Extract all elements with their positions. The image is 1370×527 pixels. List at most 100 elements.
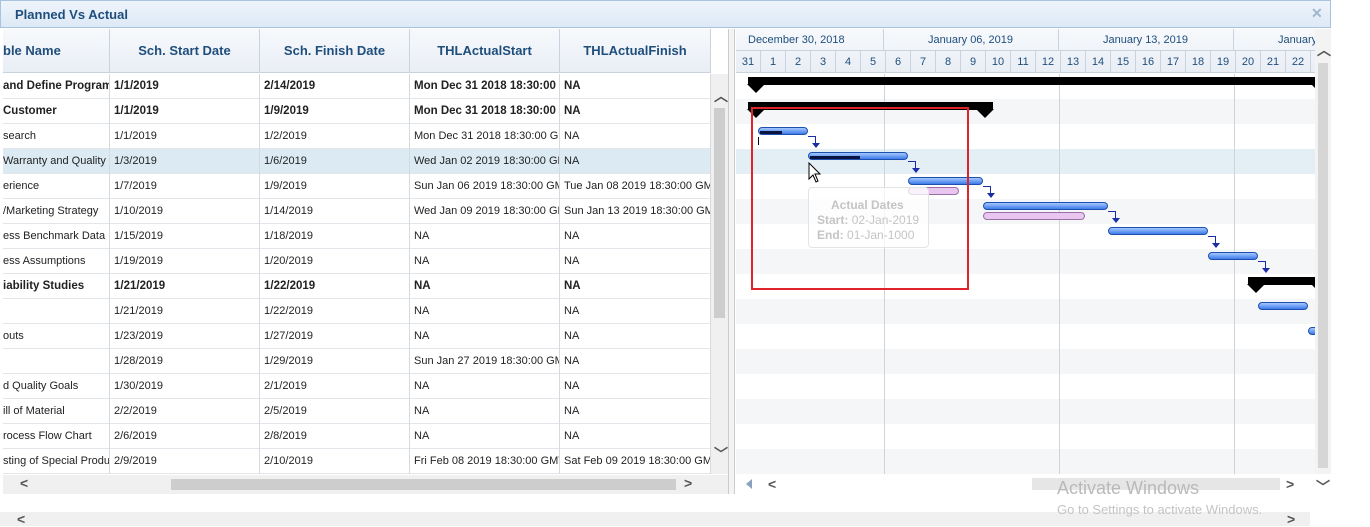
table-cell-name[interactable]: and Define Program	[3, 74, 110, 99]
table-cell-start[interactable]: 2/2/2019	[110, 399, 260, 424]
table-cell-finish[interactable]: 1/29/2019	[260, 349, 410, 374]
table-row[interactable]: 1/21/2019 1/22/2019 NA NA	[3, 299, 711, 324]
task-bar[interactable]	[1258, 302, 1308, 310]
table-row[interactable]: Customer 1/1/2019 1/9/2019 Mon Dec 31 2018 …	[3, 99, 711, 124]
table-cell-astart[interactable]: Mon Dec 31 2018 18:30:00	[410, 99, 560, 124]
table-cell-afinish[interactable]: NA	[560, 349, 711, 374]
table-cell-astart[interactable]: Wed Jan 09 2019 18:30:00 GM	[410, 199, 560, 224]
scroll-left-icon[interactable]: <	[20, 476, 28, 490]
column-header-actual-start[interactable]: THLActualStart	[410, 29, 560, 72]
table-cell-start[interactable]: 1/23/2019	[110, 324, 260, 349]
table-cell-name[interactable]: /Marketing Strategy	[3, 199, 110, 224]
table-cell-astart[interactable]: NA	[410, 424, 560, 449]
table-cell-start[interactable]: 1/28/2019	[110, 349, 260, 374]
summary-bar[interactable]	[1247, 277, 1315, 293]
table-cell-afinish[interactable]: NA	[560, 249, 711, 274]
table-cell-finish[interactable]: 1/20/2019	[260, 249, 410, 274]
table-cell-finish[interactable]: 1/9/2019	[260, 99, 410, 124]
table-row[interactable]: rocess Flow Chart 2/6/2019 2/8/2019 NA NA	[3, 424, 711, 449]
table-cell-finish[interactable]: 2/5/2019	[260, 399, 410, 424]
table-cell-start[interactable]: 1/19/2019	[110, 249, 260, 274]
task-bar[interactable]	[1208, 252, 1258, 260]
scroll-up-icon[interactable]: ︿	[714, 89, 728, 103]
table-row[interactable]: search 1/1/2019 1/2/2019 Mon Dec 31 2018 18…	[3, 124, 711, 149]
table-cell-finish[interactable]: 1/22/2019	[260, 299, 410, 324]
table-cell-astart[interactable]: NA	[410, 399, 560, 424]
table-cell-astart[interactable]: Mon Dec 31 2018 18:30:00	[410, 74, 560, 99]
table-cell-astart[interactable]: NA	[410, 374, 560, 399]
table-cell-start[interactable]: 1/1/2019	[110, 74, 260, 99]
table-cell-astart[interactable]: Fri Feb 08 2019 18:30:00 GMT	[410, 449, 560, 474]
table-row[interactable]: erience 1/7/2019 1/9/2019 Sun Jan 06 2019 1…	[3, 174, 711, 199]
table-cell-astart[interactable]: Wed Jan 02 2019 18:30:00 GM	[410, 149, 560, 174]
scroll-up-icon[interactable]: ︿	[1317, 43, 1331, 57]
scroll-right-icon[interactable]: >	[1287, 512, 1295, 526]
table-row[interactable]: sting of Special Produ 2/9/2019 2/10/2019 F…	[3, 449, 711, 474]
table-cell-afinish[interactable]: NA	[560, 399, 711, 424]
table-cell-afinish[interactable]: NA	[560, 374, 711, 399]
table-row[interactable]: Warranty and Quality In 1/3/2019 1/6/2019 W…	[3, 149, 711, 174]
table-cell-afinish[interactable]: NA	[560, 424, 711, 449]
column-header-actual-finish[interactable]: THLActualFinish	[560, 29, 711, 72]
table-cell-start[interactable]: 1/15/2019	[110, 224, 260, 249]
grid-vertical-scrollbar[interactable]: ︿ ﹀	[711, 74, 728, 474]
table-cell-finish[interactable]: 2/8/2019	[260, 424, 410, 449]
table-cell-name[interactable]: rocess Flow Chart	[3, 424, 110, 449]
table-row[interactable]: d Quality Goals 1/30/2019 2/1/2019 NA NA	[3, 374, 711, 399]
summary-bar[interactable]	[747, 77, 1315, 93]
table-cell-finish[interactable]: 2/14/2019	[260, 74, 410, 99]
table-cell-astart[interactable]: NA	[410, 324, 560, 349]
table-cell-start[interactable]: 1/30/2019	[110, 374, 260, 399]
table-cell-finish[interactable]: 2/10/2019	[260, 449, 410, 474]
table-cell-finish[interactable]: 1/14/2019	[260, 199, 410, 224]
table-cell-name[interactable]: search	[3, 124, 110, 149]
table-cell-afinish[interactable]: Sun Jan 13 2019 18:30:00 GM	[560, 199, 711, 224]
scroll-right-icon[interactable]: >	[684, 476, 692, 490]
table-row[interactable]: and Define Program 1/1/2019 2/14/2019 Mon D…	[3, 74, 711, 99]
column-header-sch-start[interactable]: Sch. Start Date	[110, 29, 260, 72]
table-cell-astart[interactable]: NA	[410, 224, 560, 249]
table-cell-afinish[interactable]: Sat Feb 09 2019 18:30:00 GM	[560, 449, 711, 474]
table-cell-afinish[interactable]: NA	[560, 324, 711, 349]
table-cell-finish[interactable]: 1/2/2019	[260, 124, 410, 149]
table-cell-astart[interactable]: NA	[410, 249, 560, 274]
table-cell-afinish[interactable]: NA	[560, 74, 711, 99]
grid-horizontal-scrollbar[interactable]: < >	[3, 475, 728, 494]
table-row[interactable]: 1/28/2019 1/29/2019 Sun Jan 27 2019 18:30:…	[3, 349, 711, 374]
table-cell-name[interactable]: sting of Special Produ	[3, 449, 110, 474]
table-row[interactable]: ess Benchmark Data 1/15/2019 1/18/2019 NA NA	[3, 224, 711, 249]
gantt-vertical-scrollbar[interactable]: ︿	[1315, 29, 1331, 474]
scroll-down-icon[interactable]: ﹀	[714, 447, 728, 461]
table-cell-start[interactable]: 1/21/2019	[110, 299, 260, 324]
table-cell-start[interactable]: 1/10/2019	[110, 199, 260, 224]
table-cell-name[interactable]	[3, 299, 110, 324]
scroll-thumb[interactable]	[171, 479, 676, 490]
task-bar[interactable]	[1108, 227, 1208, 235]
table-cell-name[interactable]: outs	[3, 324, 110, 349]
table-cell-name[interactable]: iability Studies	[3, 274, 110, 299]
table-row[interactable]: ill of Material 2/2/2019 2/5/2019 NA NA	[3, 399, 711, 424]
table-cell-afinish[interactable]: NA	[560, 299, 711, 324]
scroll-right-icon[interactable]: >	[1286, 477, 1294, 491]
table-cell-finish[interactable]: 2/1/2019	[260, 374, 410, 399]
table-cell-astart[interactable]: NA	[410, 274, 560, 299]
table-row[interactable]: ess Assumptions 1/19/2019 1/20/2019 NA NA	[3, 249, 711, 274]
table-cell-start[interactable]: 2/9/2019	[110, 449, 260, 474]
table-cell-start[interactable]: 1/21/2019	[110, 274, 260, 299]
table-cell-start[interactable]: 1/7/2019	[110, 174, 260, 199]
table-cell-finish[interactable]: 1/6/2019	[260, 149, 410, 174]
table-cell-astart[interactable]: Sun Jan 06 2019 18:30:00 GM	[410, 174, 560, 199]
table-cell-afinish[interactable]: NA	[560, 224, 711, 249]
scroll-thumb[interactable]	[1318, 63, 1328, 468]
table-cell-astart[interactable]: NA	[410, 299, 560, 324]
column-header-name[interactable]: ble Name	[3, 29, 110, 72]
table-cell-finish[interactable]: 1/27/2019	[260, 324, 410, 349]
table-cell-start[interactable]: 1/1/2019	[110, 99, 260, 124]
table-cell-astart[interactable]: Mon Dec 31 2018 18:30:00 GM	[410, 124, 560, 149]
table-cell-afinish[interactable]: NA	[560, 149, 711, 174]
table-cell-name[interactable]: Warranty and Quality In	[3, 149, 110, 174]
scroll-left-icon[interactable]: <	[17, 512, 25, 526]
table-cell-astart[interactable]: Sun Jan 27 2019 18:30:00 GM	[410, 349, 560, 374]
pane-splitter[interactable]	[728, 29, 735, 494]
actual-bar[interactable]	[983, 212, 1085, 220]
